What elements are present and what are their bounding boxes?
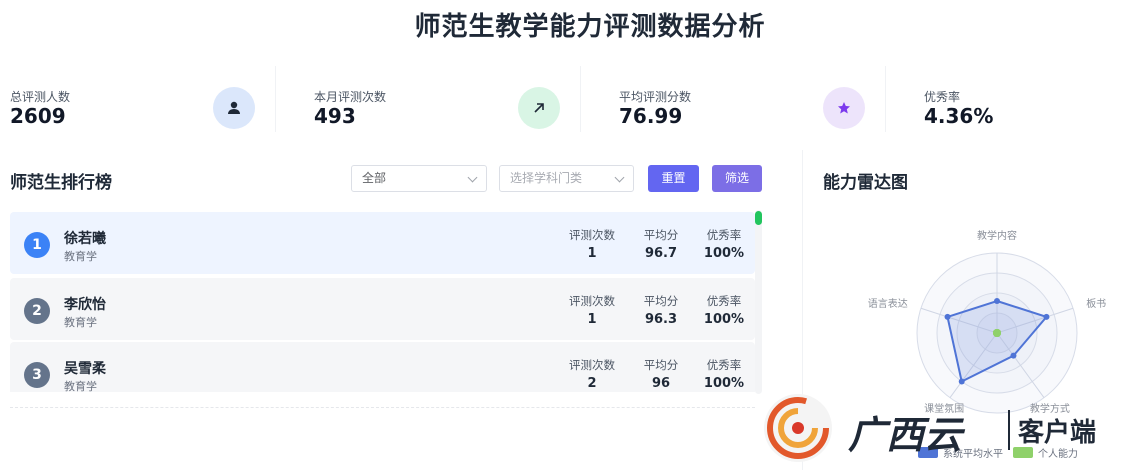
student-name: 李欣怡 [64,297,106,313]
metric-value: 96.3 [644,312,678,327]
metric-excellent: 优秀率 100% [694,293,754,327]
metric-value: 96.7 [644,246,678,261]
stat-card-excellent: 优秀率 4.36% [906,66,1125,132]
watermark-divider [1008,410,1010,450]
metric-label: 平均分 [643,294,679,308]
ranking-scrollbar[interactable] [755,210,762,394]
radar-axis-label: 教学内容 [977,229,1017,242]
subject-select[interactable]: 选择学科门类 [499,165,634,192]
metric-label: 优秀率 [706,358,742,372]
metric-label: 平均分 [643,228,679,242]
category-select-value: 全部 [362,171,387,185]
metric-value: 100% [703,312,745,327]
ranking-row[interactable]: 2 李欣怡 教育学 评测次数 1 平均分 96.3 优秀率 100% [10,278,755,340]
metric-avg: 平均分 96 [631,357,691,391]
student-major: 教育学 [64,380,97,392]
radar-point [1043,313,1050,320]
page-title: 师范生教学能力评测数据分析 [414,12,766,42]
radar-point [1010,352,1017,359]
ranking-title: 师范生排行榜 [10,173,112,193]
list-divider [10,407,755,408]
metric-label: 优秀率 [706,294,742,308]
reset-button[interactable]: 重置 [648,165,699,192]
brand-logo-icon [764,394,832,462]
ranking-list: 1 徐若曦 教育学 评测次数 1 平均分 96.7 优秀率 100% 2 李欣怡 教育… [10,212,755,392]
stat-value: 493 [314,104,356,128]
radar-axis-label: 板书 [1086,297,1106,310]
radar-point [944,313,951,320]
metric-value: 100% [703,376,745,391]
metric-label: 平均分 [643,358,679,372]
metric-value: 100% [703,246,745,261]
watermark: 广西云 客户端 [760,390,1125,470]
scrollbar-thumb[interactable] [755,211,762,225]
chevron-down-icon [614,172,625,183]
metric-excellent: 优秀率 100% [694,227,754,261]
stat-card-total: 总评测人数 2609 [0,66,276,132]
student-name: 吴雪柔 [64,361,106,377]
stat-label: 本月评测次数 [314,90,387,104]
filter-button[interactable]: 筛选 [712,165,762,192]
stat-value: 76.99 [619,104,683,128]
category-select[interactable]: 全部 [351,165,487,192]
radar-point [993,329,1001,337]
ranking-row[interactable]: 1 徐若曦 教育学 评测次数 1 平均分 96.7 优秀率 100% [10,212,755,274]
metric-value: 1 [587,246,597,261]
metric-count: 评测次数 1 [562,227,622,261]
stat-label: 总评测人数 [10,90,71,104]
radar-point [958,378,965,385]
ranking-row[interactable]: 3 吴雪柔 教育学 评测次数 2 平均分 96 优秀率 100% [10,342,755,392]
stat-label: 平均评测分数 [619,90,692,104]
radar-point [994,298,1000,304]
stat-value: 4.36% [924,104,994,128]
watermark-brand: 广西云 [848,412,963,457]
stat-label: 优秀率 [924,90,961,104]
rank-badge: 2 [24,298,50,324]
metric-label: 评测次数 [569,228,615,242]
rank-badge: 1 [24,232,50,258]
metric-label: 评测次数 [569,358,615,372]
user-icon [213,87,255,129]
star-icon [823,87,865,129]
metric-avg: 平均分 96.3 [631,293,691,327]
metric-label: 优秀率 [706,228,742,242]
radar-axis-label: 语言表达 [868,297,908,310]
watermark-suffix: 客户端 [1018,418,1097,448]
metric-value: 1 [587,312,597,327]
rank-badge: 3 [24,362,50,388]
metric-label: 评测次数 [569,294,615,308]
stats-row: 总评测人数 2609 本月评测次数 493 平均评测分数 76.99 优秀率 4… [0,66,1125,132]
metric-excellent: 优秀率 100% [694,357,754,391]
student-major: 教育学 [64,316,97,329]
stat-value: 2609 [10,104,66,128]
chevron-down-icon [467,172,478,183]
metric-count: 评测次数 1 [562,293,622,327]
metric-value: 2 [587,376,597,391]
ranking-panel: 师范生排行榜 全部 选择学科门类 重置 筛选 1 徐若曦 教育学 评测次数 1 平… [0,150,790,410]
stat-card-average: 平均评测分数 76.99 [601,66,886,132]
student-major: 教育学 [64,250,97,263]
subject-select-placeholder: 选择学科门类 [510,171,583,185]
stat-card-monthly: 本月评测次数 493 [296,66,581,132]
metric-value: 96 [651,376,671,391]
metric-count: 评测次数 2 [562,357,622,391]
metric-avg: 平均分 96.7 [631,227,691,261]
trend-arrow-icon [518,87,560,129]
student-name: 徐若曦 [64,231,106,247]
